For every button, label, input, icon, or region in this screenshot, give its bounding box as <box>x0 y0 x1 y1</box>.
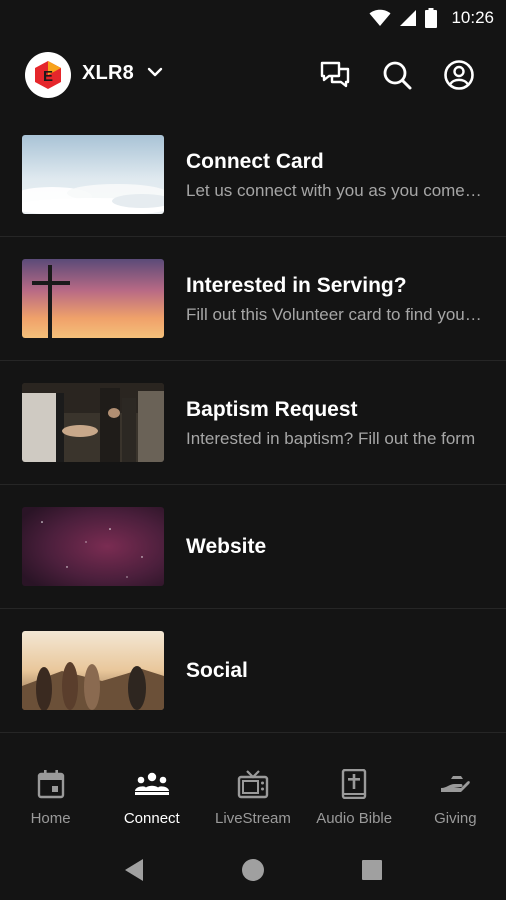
tv-icon <box>237 768 269 800</box>
item-subtitle: Let us connect with you as you come to c… <box>186 181 486 200</box>
item-subtitle: Fill out this Volunteer card to find you… <box>186 305 486 324</box>
thumbnail-cross-sunset <box>22 259 164 338</box>
thumbnail-friends-sunset <box>22 631 164 710</box>
bible-icon <box>341 768 367 800</box>
giving-hand-icon <box>439 768 471 800</box>
thumbnail-worship-hands <box>22 383 164 462</box>
chat-icon <box>320 61 350 88</box>
status-bar: 10:26 <box>0 0 506 36</box>
tab-label: Home <box>30 810 71 827</box>
search-button[interactable] <box>380 58 414 92</box>
tab-label: Connect <box>123 810 180 827</box>
profile-button[interactable] <box>442 58 476 92</box>
tab-label: Giving <box>434 810 477 827</box>
org-switcher-label[interactable]: XLR8 <box>82 62 134 85</box>
item-title: Website <box>186 535 267 558</box>
tab-audio-bible[interactable]: Audio Bible <box>304 752 405 840</box>
tab-giving[interactable]: Giving <box>405 752 506 840</box>
logo-mark-icon: E <box>35 61 61 89</box>
list-item-website[interactable]: Website <box>0 485 506 609</box>
list-item-baptism[interactable]: Baptism Request Interested in baptism? F… <box>0 361 506 485</box>
tab-connect[interactable]: Connect <box>101 752 202 840</box>
item-title: Baptism Request <box>186 398 358 421</box>
list-item-social[interactable]: Social <box>0 609 506 733</box>
tab-livestream[interactable]: LiveStream <box>202 752 303 840</box>
search-icon <box>383 61 412 90</box>
calendar-icon <box>37 768 65 800</box>
chevron-down-icon[interactable] <box>147 66 163 78</box>
item-title: Interested in Serving? <box>186 274 407 297</box>
item-title: Connect Card <box>186 150 324 173</box>
wifi-icon <box>369 9 391 26</box>
back-icon[interactable] <box>123 858 145 882</box>
account-circle-icon <box>444 60 474 90</box>
messages-button[interactable] <box>318 58 352 92</box>
bottom-navigation: Home Connect LiveStream Audio Bible Givi… <box>0 752 506 840</box>
thumbnail-night-sky <box>22 507 164 586</box>
church-logo[interactable]: E <box>25 52 71 98</box>
system-navigation-bar <box>0 840 506 900</box>
item-subtitle: Interested in baptism? Fill out the form <box>186 429 476 448</box>
signal-icon <box>400 10 417 26</box>
recents-icon[interactable] <box>361 859 383 881</box>
list-item-serving[interactable]: Interested in Serving? Fill out this Vol… <box>0 237 506 361</box>
group-icon <box>134 768 170 800</box>
app-header: E XLR8 <box>0 48 506 102</box>
tab-label: LiveStream <box>215 810 291 827</box>
thumbnail-sky-clouds <box>22 135 164 214</box>
logo-letter: E <box>43 68 53 85</box>
item-title: Social <box>186 659 248 682</box>
status-time: 10:26 <box>451 8 494 27</box>
home-circle-icon[interactable] <box>241 858 265 882</box>
tab-label: Audio Bible <box>316 810 393 827</box>
connect-list: Connect Card Let us connect with you as … <box>0 113 506 733</box>
tab-home[interactable]: Home <box>0 752 101 840</box>
battery-icon <box>425 8 438 28</box>
list-item-connect-card[interactable]: Connect Card Let us connect with you as … <box>0 113 506 237</box>
